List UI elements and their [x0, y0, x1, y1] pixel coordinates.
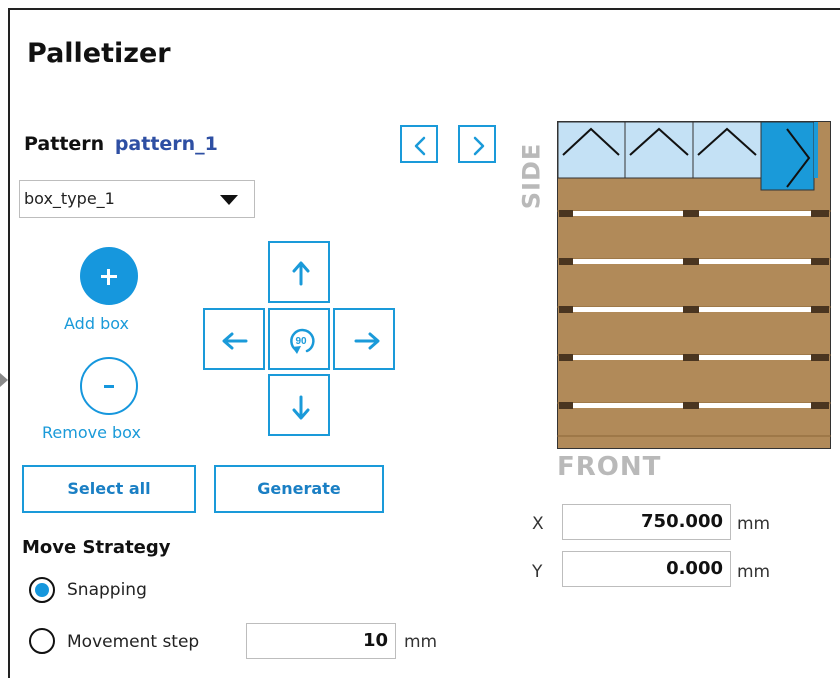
- page-title: Palletizer: [27, 38, 171, 69]
- front-view-label: FRONT: [557, 452, 662, 482]
- move-right-button[interactable]: [333, 308, 395, 370]
- pattern-label: Pattern: [24, 133, 105, 155]
- box-4-selected[interactable]: [760, 121, 818, 191]
- x-label: X: [532, 514, 544, 534]
- chevron-left-icon: [414, 136, 426, 156]
- next-pattern-button[interactable]: [458, 125, 496, 163]
- pallet-gaps: [559, 210, 829, 409]
- generate-button[interactable]: Generate: [214, 465, 384, 513]
- y-position-input[interactable]: 0.000: [562, 551, 731, 587]
- arrow-up-icon: [292, 261, 310, 286]
- box-2[interactable]: [624, 121, 694, 179]
- move-left-button[interactable]: [203, 308, 265, 370]
- snapping-radio[interactable]: [29, 577, 55, 603]
- movement-step-unit: mm: [404, 632, 438, 652]
- box-3[interactable]: [692, 121, 762, 179]
- remove-box-label[interactable]: Remove box: [42, 423, 141, 442]
- pallet-canvas[interactable]: [557, 121, 831, 449]
- caret-down-icon: [220, 195, 238, 205]
- pallet-drawing: [557, 121, 831, 437]
- move-up-button[interactable]: [268, 241, 330, 303]
- side-view-label: SIDE: [517, 142, 546, 210]
- arrow-right-icon: [354, 332, 380, 350]
- arrow-down-icon: [292, 395, 310, 420]
- move-strategy-heading: Move Strategy: [22, 537, 171, 558]
- rotate-90-button[interactable]: 90: [268, 308, 330, 370]
- add-box-label[interactable]: Add box: [64, 314, 129, 333]
- x-position-input[interactable]: 750.000: [562, 504, 731, 540]
- rotate-90-text: 90: [295, 336, 307, 347]
- previous-pattern-button[interactable]: [400, 125, 438, 163]
- box-1[interactable]: [557, 121, 626, 179]
- x-unit: mm: [737, 514, 771, 534]
- y-unit: mm: [737, 562, 771, 582]
- pattern-name: pattern_1: [114, 133, 218, 155]
- add-box-button[interactable]: [80, 247, 138, 305]
- rotate-90-icon: 90: [290, 328, 315, 354]
- snapping-label[interactable]: Snapping: [67, 580, 147, 600]
- movement-step-label[interactable]: Movement step: [67, 632, 199, 652]
- box-type-dropdown[interactable]: box_type_1: [19, 180, 255, 218]
- remove-box-button[interactable]: [80, 357, 138, 415]
- box-type-selected-value: box_type_1: [24, 189, 115, 208]
- box-row: [557, 121, 818, 191]
- side-collapse-handle[interactable]: [0, 371, 12, 389]
- chevron-right-icon: [473, 136, 485, 156]
- select-all-button[interactable]: Select all: [22, 465, 196, 513]
- movement-step-radio[interactable]: [29, 628, 55, 654]
- movement-step-input[interactable]: 10: [246, 623, 396, 659]
- arrow-left-icon: [222, 332, 248, 350]
- y-label: Y: [532, 562, 543, 582]
- pattern-heading: Pattern pattern_1: [24, 133, 218, 155]
- move-down-button[interactable]: [268, 374, 330, 436]
